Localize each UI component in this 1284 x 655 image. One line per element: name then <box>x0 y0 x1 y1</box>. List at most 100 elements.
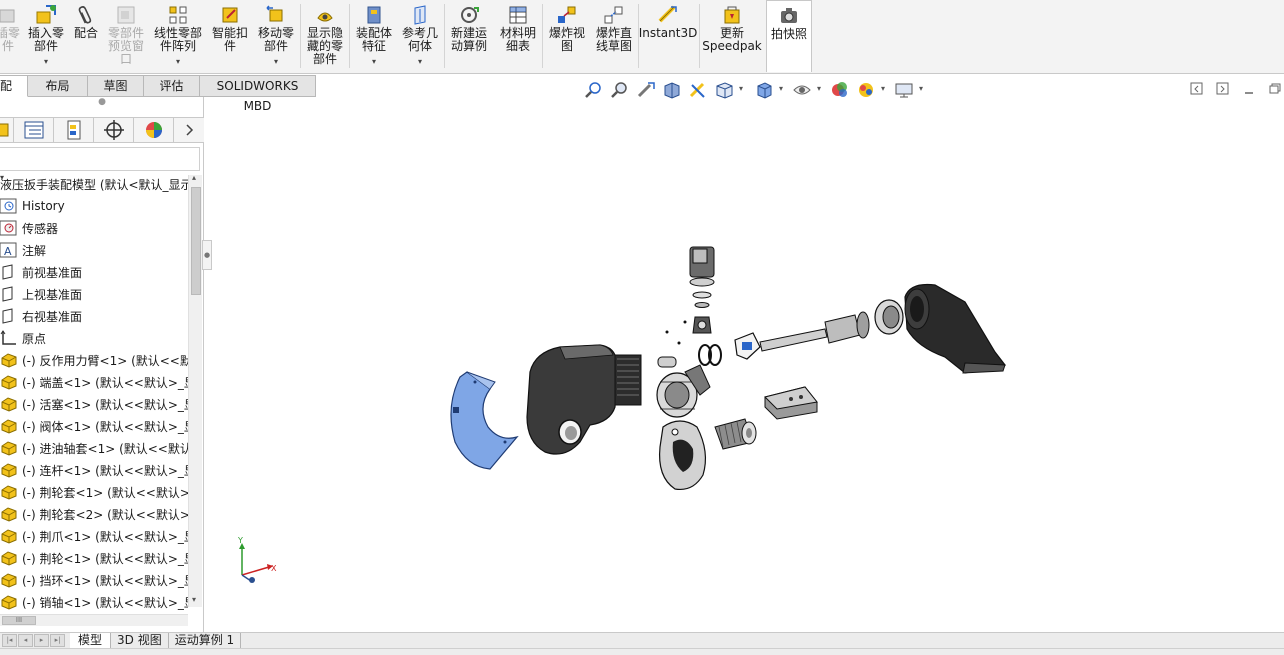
tree-item-annotations[interactable]: A 注解 <box>0 239 188 261</box>
explode-line-icon <box>603 4 625 26</box>
ribbon-button-linear-pattern[interactable]: 线性零部 件阵列 ▾ <box>150 0 206 72</box>
panel-tab-displaymanager[interactable] <box>134 118 174 142</box>
first-tab-icon[interactable]: |◂ <box>2 634 17 647</box>
chevron-down-icon: ▾ <box>273 57 278 66</box>
next-tab-icon[interactable]: ▸ <box>34 634 49 647</box>
feature-tree: 液压扳手装配模型 (默认<默认_显示 History 传感器 A 注解 前视基准… <box>0 173 188 613</box>
tree-horizontal-scrollbar[interactable]: III <box>0 614 188 626</box>
tile-left-icon[interactable] <box>1190 82 1204 96</box>
model-main-body <box>526 344 642 455</box>
minimize-icon[interactable] <box>1242 82 1256 96</box>
viewport-window-controls <box>1190 82 1284 96</box>
last-tab-icon[interactable]: ▸| <box>50 634 65 647</box>
tree-item-history[interactable]: History <box>0 195 188 217</box>
ribbon-button-explode-line[interactable]: 爆炸直 线草图 <box>592 0 636 72</box>
tab-layout[interactable]: 布局 <box>28 75 88 97</box>
tab-motion-study-1[interactable]: 运动算例 1 <box>169 633 242 649</box>
scroll-up-icon[interactable]: ▴ <box>192 173 196 182</box>
ribbon-button-show-hidden[interactable]: 显示隐 藏的零 部件 <box>302 0 348 72</box>
status-bar <box>0 648 1284 655</box>
ribbon-button-instant3d[interactable]: Instant3D <box>639 0 697 72</box>
scroll-down-icon[interactable]: ▾ <box>192 595 196 604</box>
ribbon-separator <box>699 4 700 68</box>
reference-geometry-icon <box>409 4 431 26</box>
origin-triad: Y X <box>237 536 277 583</box>
ribbon-button-smart-fastener[interactable]: 智能扣 件 <box>208 0 252 72</box>
tree-root-assembly[interactable]: 液压扳手装配模型 (默认<默认_显示 <box>0 173 188 195</box>
panel-tab-configurationmanager[interactable] <box>54 118 94 142</box>
model-cylinder-housing <box>904 283 1007 374</box>
tree-item-ratchet-sleeve-1[interactable]: (-) 荆轮套<1> (默认<<默认>_ <box>0 481 188 503</box>
command-manager-tabs: 配体 布局 草图 评估 SOLIDWORKS MBD <box>0 75 316 113</box>
graphics-viewport[interactable]: Y X <box>205 97 1284 632</box>
ribbon-button-mate[interactable]: 配合 <box>70 0 102 72</box>
command-manager-ribbon: 插零 件 插入零 部件 ▾ 配合 零部件 预览窗 口 线性零部 件阵列 ▾ 智能… <box>0 0 1284 74</box>
ribbon-button-assembly-feature[interactable]: 装配体 特征 ▾ <box>352 0 396 72</box>
ribbon-button-exploded-view[interactable]: 爆炸视 图 <box>544 0 590 72</box>
ribbon-separator <box>444 4 445 68</box>
tree-item-right-plane[interactable]: 右视基准面 <box>0 305 188 327</box>
ribbon-button-insert-component[interactable]: 插入零 部件 ▾ <box>24 0 68 72</box>
ribbon-button-new-motion-study[interactable]: 新建运 动算例 <box>446 0 492 72</box>
tree-item-retaining-ring[interactable]: (-) 挡环<1> (默认<<默认>_显 <box>0 569 188 591</box>
tree-item-ratchet-sleeve-2[interactable]: (-) 荆轮套<2> (默认<<默认>_ <box>0 503 188 525</box>
panel-splitter-handle[interactable]: ● <box>0 97 204 115</box>
tree-item-front-plane[interactable]: 前视基准面 <box>0 261 188 283</box>
scrollbar-thumb[interactable]: III <box>2 616 36 625</box>
tree-vertical-scrollbar[interactable]: ▴ ▾ <box>188 173 202 607</box>
sensor-icon <box>0 220 18 236</box>
restore-icon[interactable] <box>1268 82 1282 96</box>
model-top-stack <box>665 246 715 345</box>
preview-window-icon <box>115 4 137 26</box>
tab-sketch[interactable]: 草图 <box>88 75 144 97</box>
plane-icon <box>0 308 18 324</box>
tree-item-valve-body[interactable]: (-) 阀体<1> (默认<<默认>_显 <box>0 415 188 437</box>
exploded-view-icon <box>556 4 578 26</box>
tree-item-ratchet[interactable]: (-) 荆轮<1> (默认<<默认>_显 <box>0 547 188 569</box>
panel-tab-featuremanager[interactable] <box>0 118 14 142</box>
panel-tab-more-chevron-icon[interactable] <box>174 118 202 142</box>
tree-item-connecting-rod[interactable]: (-) 连杆<1> (默认<<默认>_显 <box>0 459 188 481</box>
tree-item-origin[interactable]: 原点 <box>0 327 188 349</box>
tab-evaluate[interactable]: 评估 <box>144 75 200 97</box>
tab-3d-views[interactable]: 3D 视图 <box>111 633 169 649</box>
tab-solidworks-mbd[interactable]: SOLIDWORKS MBD <box>200 75 316 113</box>
tab-assembly[interactable]: 配体 <box>0 75 28 97</box>
ribbon-button-bom[interactable]: 材料明 细表 <box>496 0 540 72</box>
part-icon <box>0 440 18 456</box>
tree-item-sensors[interactable]: 传感器 <box>0 217 188 239</box>
chevron-down-icon: ▾ <box>175 57 180 66</box>
ribbon-button-take-snapshot[interactable]: 拍快照 <box>766 0 812 72</box>
tree-filter-input[interactable] <box>0 147 200 171</box>
ribbon-button-component-preview[interactable]: 零部件 预览窗 口 <box>104 0 148 72</box>
tree-item-piston[interactable]: (-) 活塞<1> (默认<<默认>_显 <box>0 393 188 415</box>
ribbon-button-move-component[interactable]: 移动零 部件 ▾ <box>254 0 298 72</box>
prev-tab-icon[interactable]: ◂ <box>18 634 33 647</box>
part-icon <box>0 594 18 610</box>
panel-tab-propertymanager[interactable] <box>14 118 54 142</box>
tree-item-reaction-arm[interactable]: (-) 反作用力臂<1> (默认<<默认 <box>0 349 188 371</box>
tree-item-top-plane[interactable]: 上视基准面 <box>0 283 188 305</box>
tree-item-pin-shaft[interactable]: (-) 销轴<1> (默认<<默认>_显 <box>0 591 188 613</box>
part-icon <box>0 506 18 522</box>
ribbon-button-reference-geometry[interactable]: 参考几 何体 ▾ <box>398 0 442 72</box>
tree-item-end-cap[interactable]: (-) 端盖<1> (默认<<默认>_显 <box>0 371 188 393</box>
tree-item-oil-inlet-sleeve[interactable]: (-) 进油轴套<1> (默认<<默认 <box>0 437 188 459</box>
scrollbar-thumb[interactable] <box>191 187 201 295</box>
part-icon <box>0 352 18 368</box>
ribbon-button-hidden-part[interactable]: 插零 件 <box>0 0 22 72</box>
model-piston-rod <box>734 299 904 360</box>
tab-model[interactable]: 模型 <box>70 633 112 649</box>
show-hidden-icon <box>314 4 336 26</box>
tree-item-pawl[interactable]: (-) 荆爪<1> (默认<<默认>_显 <box>0 525 188 547</box>
part-icon <box>0 4 19 26</box>
part-icon <box>0 528 18 544</box>
tile-right-icon[interactable] <box>1216 82 1230 96</box>
ribbon-button-update-speedpak[interactable]: 更新 Speedpak <box>702 0 762 72</box>
chevron-down-icon: ▾ <box>417 57 422 66</box>
exploded-assembly-model: Y X <box>237 246 1007 583</box>
panel-tab-dimxpertmanager[interactable] <box>94 118 134 142</box>
ribbon-separator <box>349 4 350 68</box>
assembly-feature-icon <box>363 4 385 26</box>
ribbon-separator <box>300 4 301 68</box>
